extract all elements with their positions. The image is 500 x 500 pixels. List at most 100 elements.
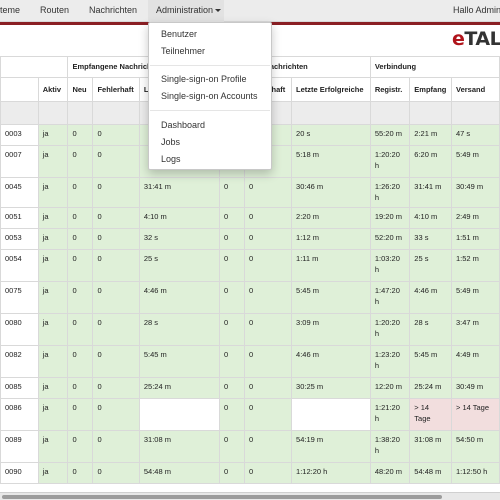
horizontal-scrollbar[interactable] bbox=[0, 492, 500, 500]
nav-item-routen[interactable]: Routen bbox=[40, 5, 69, 15]
table-row[interactable]: 0053 ja 0 0 32 s 0 0 1:12 m 52:20 m 33 s 1:51 m bbox=[0, 227, 500, 250]
table-cell: 0 bbox=[67, 145, 94, 178]
table-cell: 0 bbox=[218, 312, 245, 346]
table-cell: 0 bbox=[67, 429, 94, 463]
filter-cell[interactable] bbox=[37, 101, 69, 125]
menu-item-logs[interactable]: Logs bbox=[161, 154, 181, 164]
filter-cell[interactable] bbox=[369, 101, 411, 125]
column-header[interactable]: Aktiv bbox=[37, 77, 69, 102]
participant-id-cell: 0045 bbox=[0, 177, 39, 208]
table-row[interactable]: 0090 ja 0 0 54:48 m 0 0 1:12:20 h 48:20 m 54:48 m… bbox=[0, 461, 500, 484]
table-cell: 0 bbox=[243, 227, 293, 250]
column-header[interactable]: Fehlerhaft bbox=[92, 77, 140, 102]
table-cell: 30:46 m bbox=[291, 177, 371, 208]
nav-item-administration[interactable]: Administration bbox=[156, 5, 222, 15]
column-header[interactable]: Letzte Erfolgreiche bbox=[291, 77, 371, 102]
nav-item-nachrichten[interactable]: Nachrichten bbox=[89, 5, 137, 15]
table-row[interactable]: 0089 ja 0 0 31:08 m 0 0 54:19 m 1:38:20 h 31:08 m… bbox=[0, 429, 500, 463]
table-cell: 1:47:20 h bbox=[369, 280, 411, 314]
table-cell: 32 s bbox=[138, 227, 220, 250]
menu-item-dashboard[interactable]: Dashboard bbox=[161, 120, 205, 130]
table-cell: 0 bbox=[218, 227, 245, 250]
nav-item-systeme[interactable]: teme bbox=[0, 5, 20, 15]
filter-cell[interactable] bbox=[92, 101, 140, 125]
table-cell: 20 s bbox=[291, 124, 371, 146]
logo-text: TAL bbox=[464, 28, 500, 50]
table-cell: 5:49 m bbox=[450, 280, 500, 314]
table-cell: 1:38:20 h bbox=[369, 429, 411, 463]
column-header[interactable]: Neu bbox=[67, 77, 94, 102]
filter-cell[interactable] bbox=[450, 101, 500, 125]
table-cell: 0 bbox=[67, 248, 94, 282]
table-cell: 19:20 m bbox=[369, 206, 411, 229]
top-navbar: teme Routen Nachrichten Administration H… bbox=[0, 0, 500, 22]
table-cell: 0 bbox=[92, 344, 140, 378]
table-cell: > 14 Tage bbox=[450, 397, 500, 431]
menu-item-sso-profile[interactable]: Single-sign-on Profile bbox=[161, 74, 247, 84]
participant-id-cell: 0090 bbox=[0, 461, 39, 484]
table-row[interactable]: 0085 ja 0 0 25:24 m 0 0 30:25 m 12:20 m 25:24 m 30… bbox=[0, 376, 500, 399]
filter-cell[interactable] bbox=[409, 101, 452, 125]
table-cell: 0 bbox=[92, 248, 140, 282]
table-cell: 1:52 m bbox=[450, 248, 500, 282]
table-cell: 0 bbox=[243, 177, 293, 208]
filter-cell[interactable] bbox=[67, 101, 94, 125]
table-cell: 0 bbox=[67, 206, 94, 229]
table-cell: 0 bbox=[67, 461, 94, 484]
table-cell: 0 bbox=[243, 280, 293, 314]
table-cell: 0 bbox=[92, 280, 140, 314]
table-cell: 25 s bbox=[409, 248, 452, 282]
menu-item-sso-accounts[interactable]: Single-sign-on Accounts bbox=[161, 91, 258, 101]
table-cell: 47 s bbox=[450, 124, 500, 146]
table-row[interactable]: 0054 ja 0 0 25 s 0 0 1:11 m 1:03:20 h 25 s 1:52 m bbox=[0, 248, 500, 282]
table-cell: 0 bbox=[67, 177, 94, 208]
filter-cell[interactable] bbox=[291, 101, 371, 125]
table-cell: ja bbox=[37, 145, 69, 178]
table-cell: 1:11 m bbox=[291, 248, 371, 282]
column-header[interactable]: Registr. bbox=[369, 77, 411, 102]
table-row[interactable]: 0045 ja 0 0 31:41 m 0 0 30:46 m 1:26:20 h 31:41 m… bbox=[0, 177, 500, 208]
table-row[interactable]: 0075 ja 0 0 4:46 m 0 0 5:45 m 1:47:20 h 4:46 m 5:4… bbox=[0, 280, 500, 314]
table-cell: 0 bbox=[92, 177, 140, 208]
table-cell: 31:41 m bbox=[409, 177, 452, 208]
table-cell: 1:20:20 h bbox=[369, 312, 411, 346]
table-row[interactable]: 0080 ja 0 0 28 s 0 0 3:09 m 1:20:20 h 28 s 3:47 m bbox=[0, 312, 500, 346]
scrollbar-thumb[interactable] bbox=[2, 495, 442, 499]
table-cell: 1:12:20 h bbox=[291, 461, 371, 484]
column-header[interactable] bbox=[0, 77, 39, 102]
table-row[interactable]: 0051 ja 0 0 4:10 m 0 0 2:20 m 19:20 m 4:10 m 2:49 … bbox=[0, 206, 500, 229]
table-cell: 54:19 m bbox=[291, 429, 371, 463]
table-cell: 0 bbox=[218, 397, 245, 431]
table-cell: 1:12 m bbox=[291, 227, 371, 250]
table-cell: 30:49 m bbox=[450, 177, 500, 208]
menu-item-teilnehmer[interactable]: Teilnehmer bbox=[161, 46, 205, 56]
table-cell bbox=[138, 397, 220, 431]
table-cell: 1:26:20 h bbox=[369, 177, 411, 208]
column-header[interactable]: Versand bbox=[450, 77, 500, 102]
table-cell: ja bbox=[37, 376, 69, 399]
column-header[interactable]: Empfang bbox=[409, 77, 452, 102]
table-row[interactable]: 0086 ja 0 0 0 0 1:21:20 h > 14 Tage > 14 Tage bbox=[0, 397, 500, 431]
table-cell: ja bbox=[37, 177, 69, 208]
table-cell: ja bbox=[37, 312, 69, 346]
menu-item-benutzer[interactable]: Benutzer bbox=[161, 29, 197, 39]
table-cell: 0 bbox=[243, 312, 293, 346]
table-cell: 0 bbox=[218, 344, 245, 378]
table-cell: 5:45 m bbox=[409, 344, 452, 378]
logo-letter-e: e bbox=[452, 28, 465, 50]
table-cell: 6:20 m bbox=[409, 145, 452, 178]
table-cell: 54:50 m bbox=[450, 429, 500, 463]
menu-divider bbox=[150, 65, 270, 66]
table-cell: 30:25 m bbox=[291, 376, 371, 399]
table-cell: 0 bbox=[243, 376, 293, 399]
participant-id-cell: 0085 bbox=[0, 376, 39, 399]
table-cell: 0 bbox=[92, 376, 140, 399]
user-greeting[interactable]: Hallo Admin bbox=[453, 5, 500, 15]
menu-item-jobs[interactable]: Jobs bbox=[161, 137, 180, 147]
table-cell: 4:46 m bbox=[291, 344, 371, 378]
participant-id-cell: 0089 bbox=[0, 429, 39, 463]
table-cell: 4:46 m bbox=[138, 280, 220, 314]
participant-id-cell: 0007 bbox=[0, 145, 39, 178]
table-row[interactable]: 0082 ja 0 0 5:45 m 0 0 4:46 m 1:23:20 h 5:45 m 4:4… bbox=[0, 344, 500, 378]
filter-cell[interactable] bbox=[0, 101, 39, 125]
